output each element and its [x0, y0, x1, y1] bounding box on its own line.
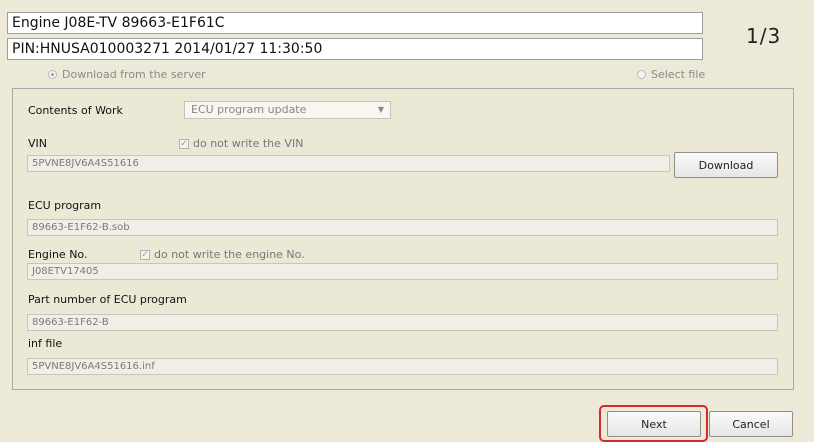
- engine-no-label: Engine No.: [28, 248, 88, 261]
- download-from-server-radio[interactable]: Download from the server: [48, 68, 206, 81]
- do-not-write-vin-label: do not write the VIN: [193, 137, 304, 150]
- select-file-label: Select file: [651, 68, 706, 81]
- vin-field[interactable]: 5PVNE8JV6A4S51616: [27, 155, 670, 172]
- download-button[interactable]: Download: [674, 152, 778, 178]
- radio-unselected-icon: [637, 70, 646, 79]
- cancel-button[interactable]: Cancel: [709, 411, 793, 437]
- contents-of-work-select[interactable]: ECU program update ▼: [184, 101, 391, 119]
- select-file-radio[interactable]: Select file: [637, 68, 705, 81]
- checkbox-checked-icon: ✓: [140, 249, 150, 260]
- part-number-label: Part number of ECU program: [28, 293, 187, 306]
- next-button[interactable]: Next: [607, 411, 701, 437]
- download-from-server-label: Download from the server: [62, 68, 206, 81]
- engine-info-field: Engine J08E-TV 89663-E1F61C: [7, 12, 703, 34]
- pin-info-field: PIN:HNUSA010003271 2014/01/27 11:30:50: [7, 38, 703, 60]
- ecu-program-label: ECU program: [28, 199, 102, 212]
- do-not-write-engine-no-label: do not write the engine No.: [154, 248, 305, 261]
- radio-selected-icon: [48, 70, 57, 79]
- contents-of-work-value: ECU program update: [191, 103, 307, 116]
- ecu-program-field[interactable]: 89663-E1F62-B.sob: [27, 219, 778, 236]
- inf-file-field[interactable]: 5PVNE8JV6A4S51616.inf: [27, 358, 778, 375]
- chevron-down-icon: ▼: [377, 105, 384, 114]
- page-indicator: 1/3: [746, 24, 782, 48]
- engine-no-field[interactable]: J08ETV17405: [27, 263, 778, 280]
- contents-of-work-label: Contents of Work: [28, 104, 123, 117]
- do-not-write-vin-checkbox[interactable]: ✓ do not write the VIN: [179, 137, 303, 150]
- vin-label: VIN: [28, 137, 47, 150]
- checkbox-checked-icon: ✓: [179, 138, 189, 149]
- inf-file-label: inf file: [28, 337, 63, 350]
- work-details-panel: [12, 88, 794, 390]
- part-number-field[interactable]: 89663-E1F62-B: [27, 314, 778, 331]
- do-not-write-engine-no-checkbox[interactable]: ✓ do not write the engine No.: [140, 248, 305, 261]
